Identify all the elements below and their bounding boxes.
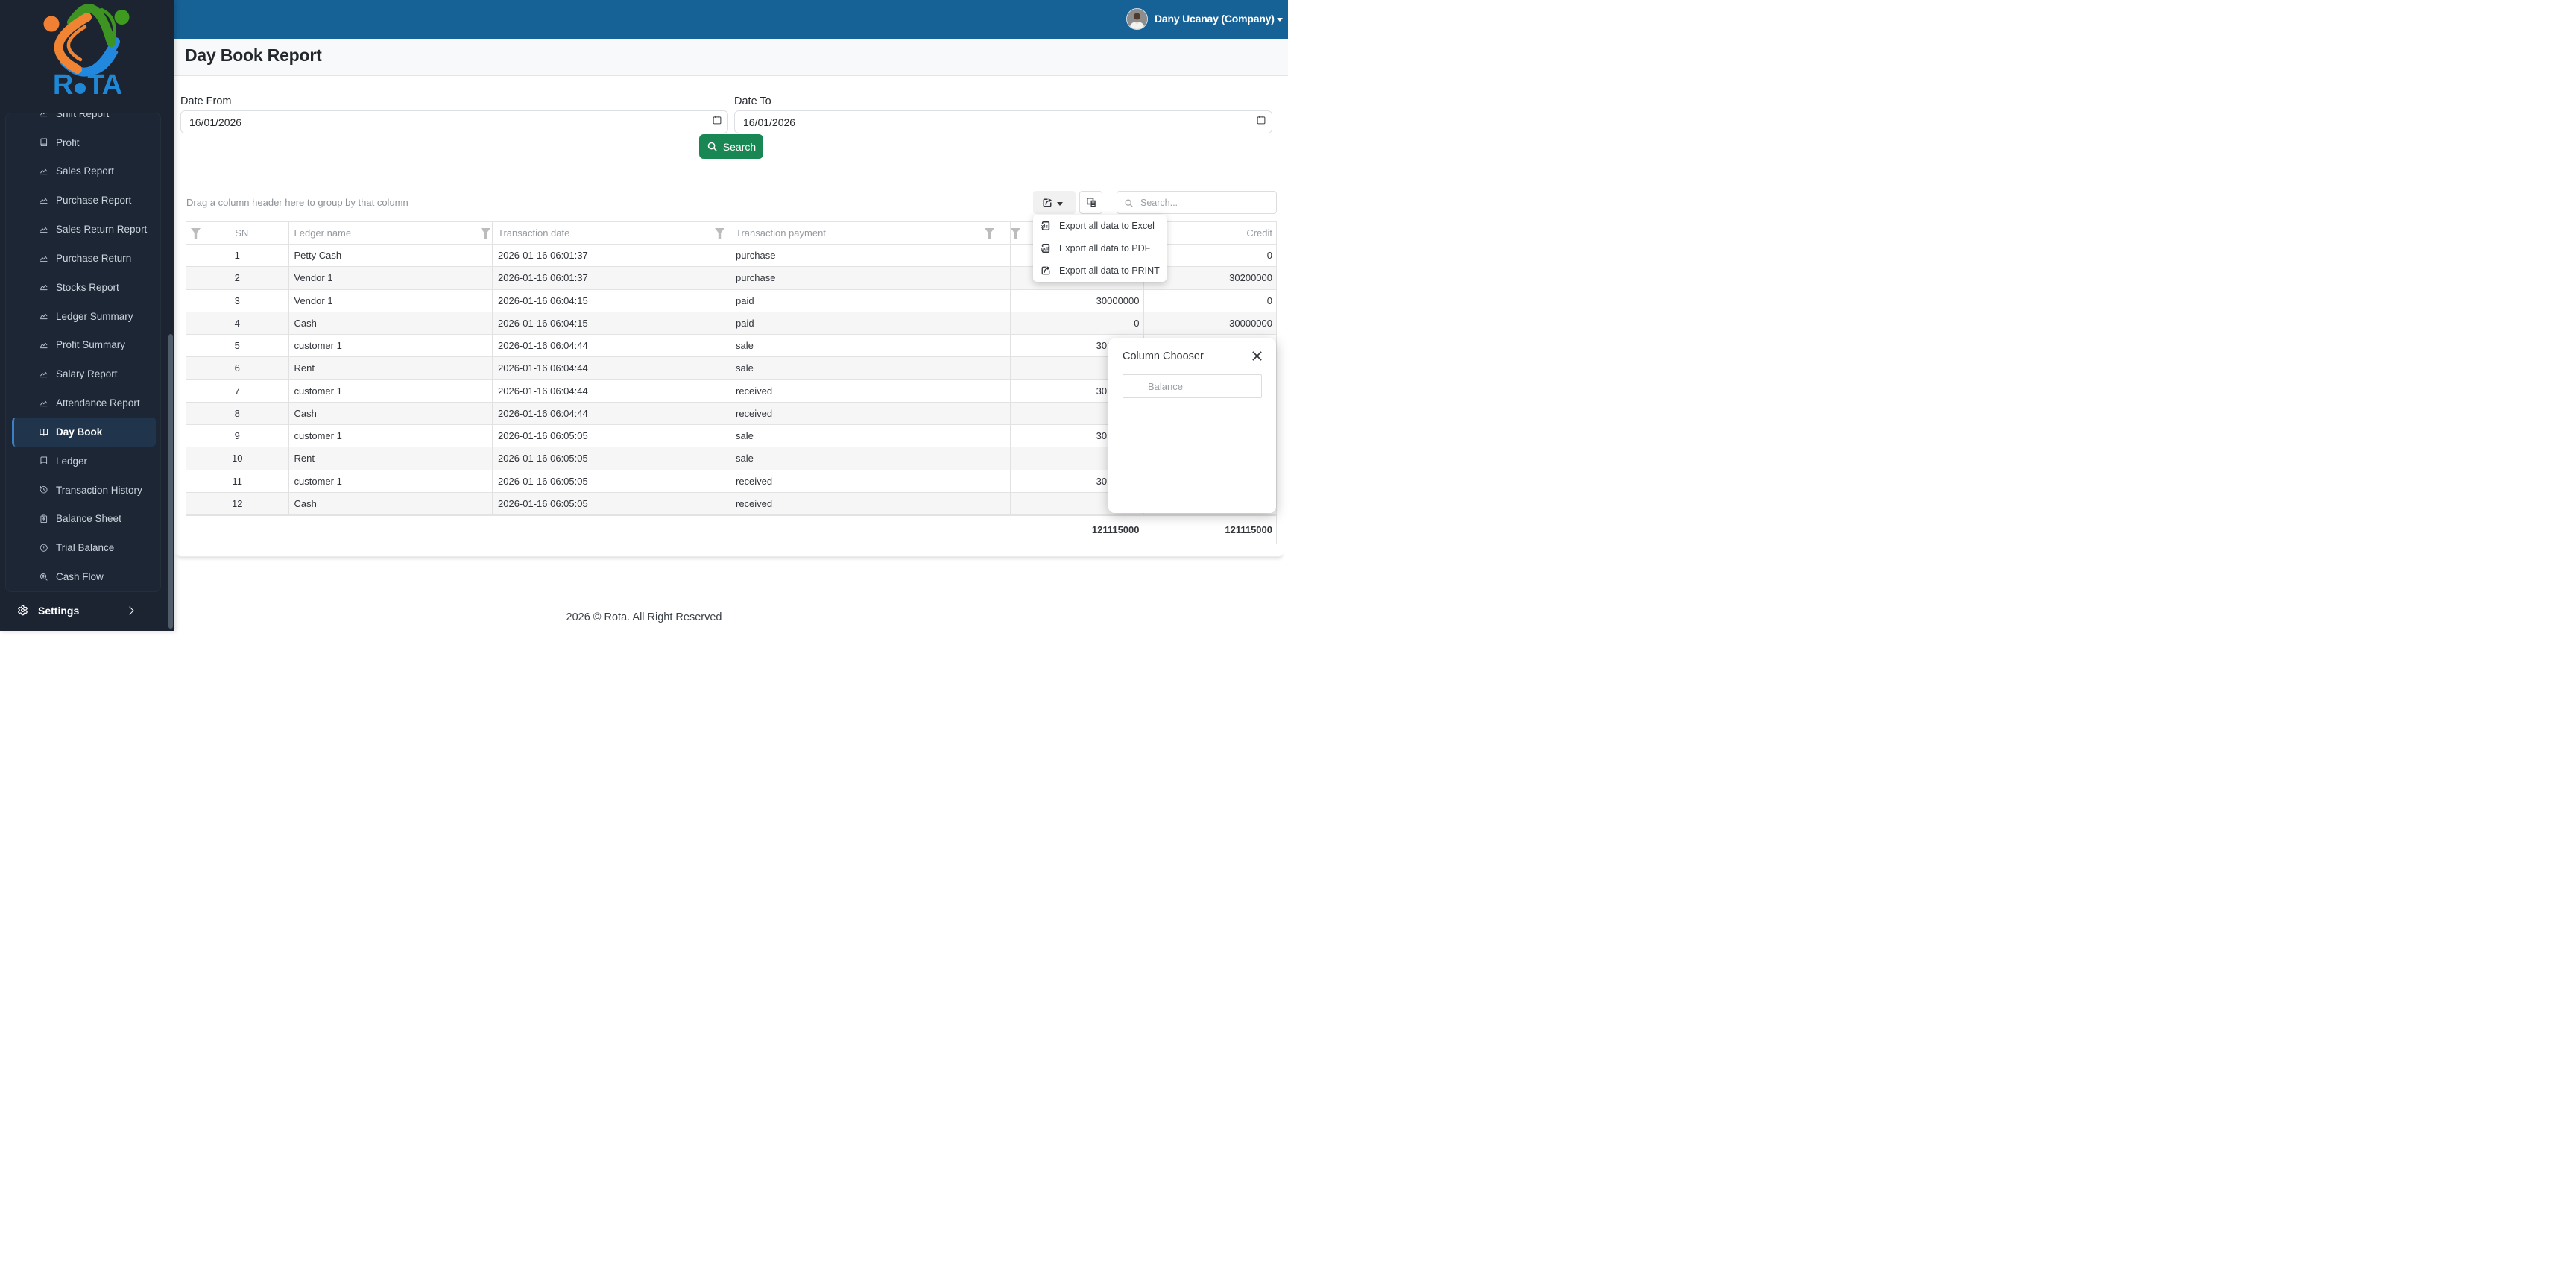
- svg-text:xls: xls: [1041, 224, 1048, 229]
- svg-text:pdf: pdf: [1041, 246, 1049, 251]
